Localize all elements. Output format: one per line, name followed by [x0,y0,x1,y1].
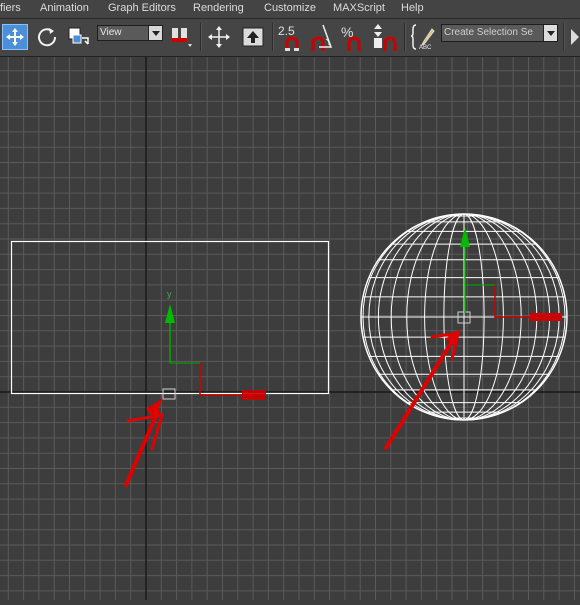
manipulate-icon [208,26,230,48]
annotation-arrow [124,398,165,487]
toolbar-separator [563,23,564,51]
edit-named-selection-button[interactable]: ABC [410,24,438,51]
menu-graph-editors[interactable]: Graph Editors [108,2,176,14]
percent-snap-button[interactable]: % [339,21,367,53]
manipulate-button[interactable] [206,24,232,50]
select-rotate-button[interactable] [34,24,60,50]
percent-snap-symbol: % [341,24,354,40]
menu-maxscript[interactable]: MAXScript [333,2,385,14]
keyboard-shortcut-button[interactable] [240,24,266,50]
gizmo-x-arrow [242,390,266,400]
select-scale-button[interactable] [66,24,92,50]
main-toolbar: View 2.5 % ABC Create Selection Se [0,19,580,57]
named-selection-sets-dropdown[interactable]: Create Selection Se [441,24,558,42]
menu-modifiers[interactable]: fiers [0,2,21,14]
gizmo-y-label: y [167,289,172,299]
keyboard-shortcut-icon [242,27,264,47]
angle-snap-icon [311,24,333,51]
select-move-button[interactable] [2,24,28,50]
select-move-icon [6,28,24,46]
menu-rendering[interactable]: Rendering [193,2,244,14]
chevron-down-icon [543,25,557,41]
menu-help[interactable]: Help [401,2,424,14]
reference-coord-value: View [100,27,122,38]
menu-customize[interactable]: Customize [264,2,316,14]
pivot-icon [172,28,192,47]
mirror-icon [571,29,579,45]
angle-snap-button[interactable] [307,21,337,53]
svg-text:ABC: ABC [419,45,432,51]
transform-gizmo[interactable]: y [162,289,266,400]
world-axes [0,57,580,600]
reference-coord-dropdown[interactable]: View [97,25,163,41]
viewport-canvas[interactable]: y [0,57,580,600]
grid-lines [0,57,580,600]
menu-animation[interactable]: Animation [40,2,89,14]
mirror-button[interactable] [567,24,580,50]
spinner-snap-button[interactable] [370,21,402,53]
pivot-button[interactable] [168,24,194,50]
angle-snap-value: 2.5 [278,24,295,38]
sphere-transform-gizmo[interactable] [457,227,562,324]
spinner-snap-icon [374,24,397,51]
toolbar-separator [272,23,273,51]
top-viewport[interactable]: y [0,57,580,600]
select-rotate-icon [38,28,57,47]
toolbar-separator [404,23,405,51]
toolbar-separator [200,23,201,51]
chevron-down-icon [148,26,162,40]
gizmo-y-arrow [460,227,470,247]
edit-named-selection-icon: ABC [410,24,435,51]
named-selection-placeholder: Create Selection Se [444,27,533,38]
annotation-arrow [384,329,460,450]
gizmo-y-arrow [165,304,175,323]
menu-bar: fiers Animation Graph Editors Rendering … [0,0,580,19]
snap-toggle-button[interactable]: 2.5 [278,21,306,53]
gizmo-x-arrow [530,313,562,321]
select-scale-icon [68,27,89,45]
